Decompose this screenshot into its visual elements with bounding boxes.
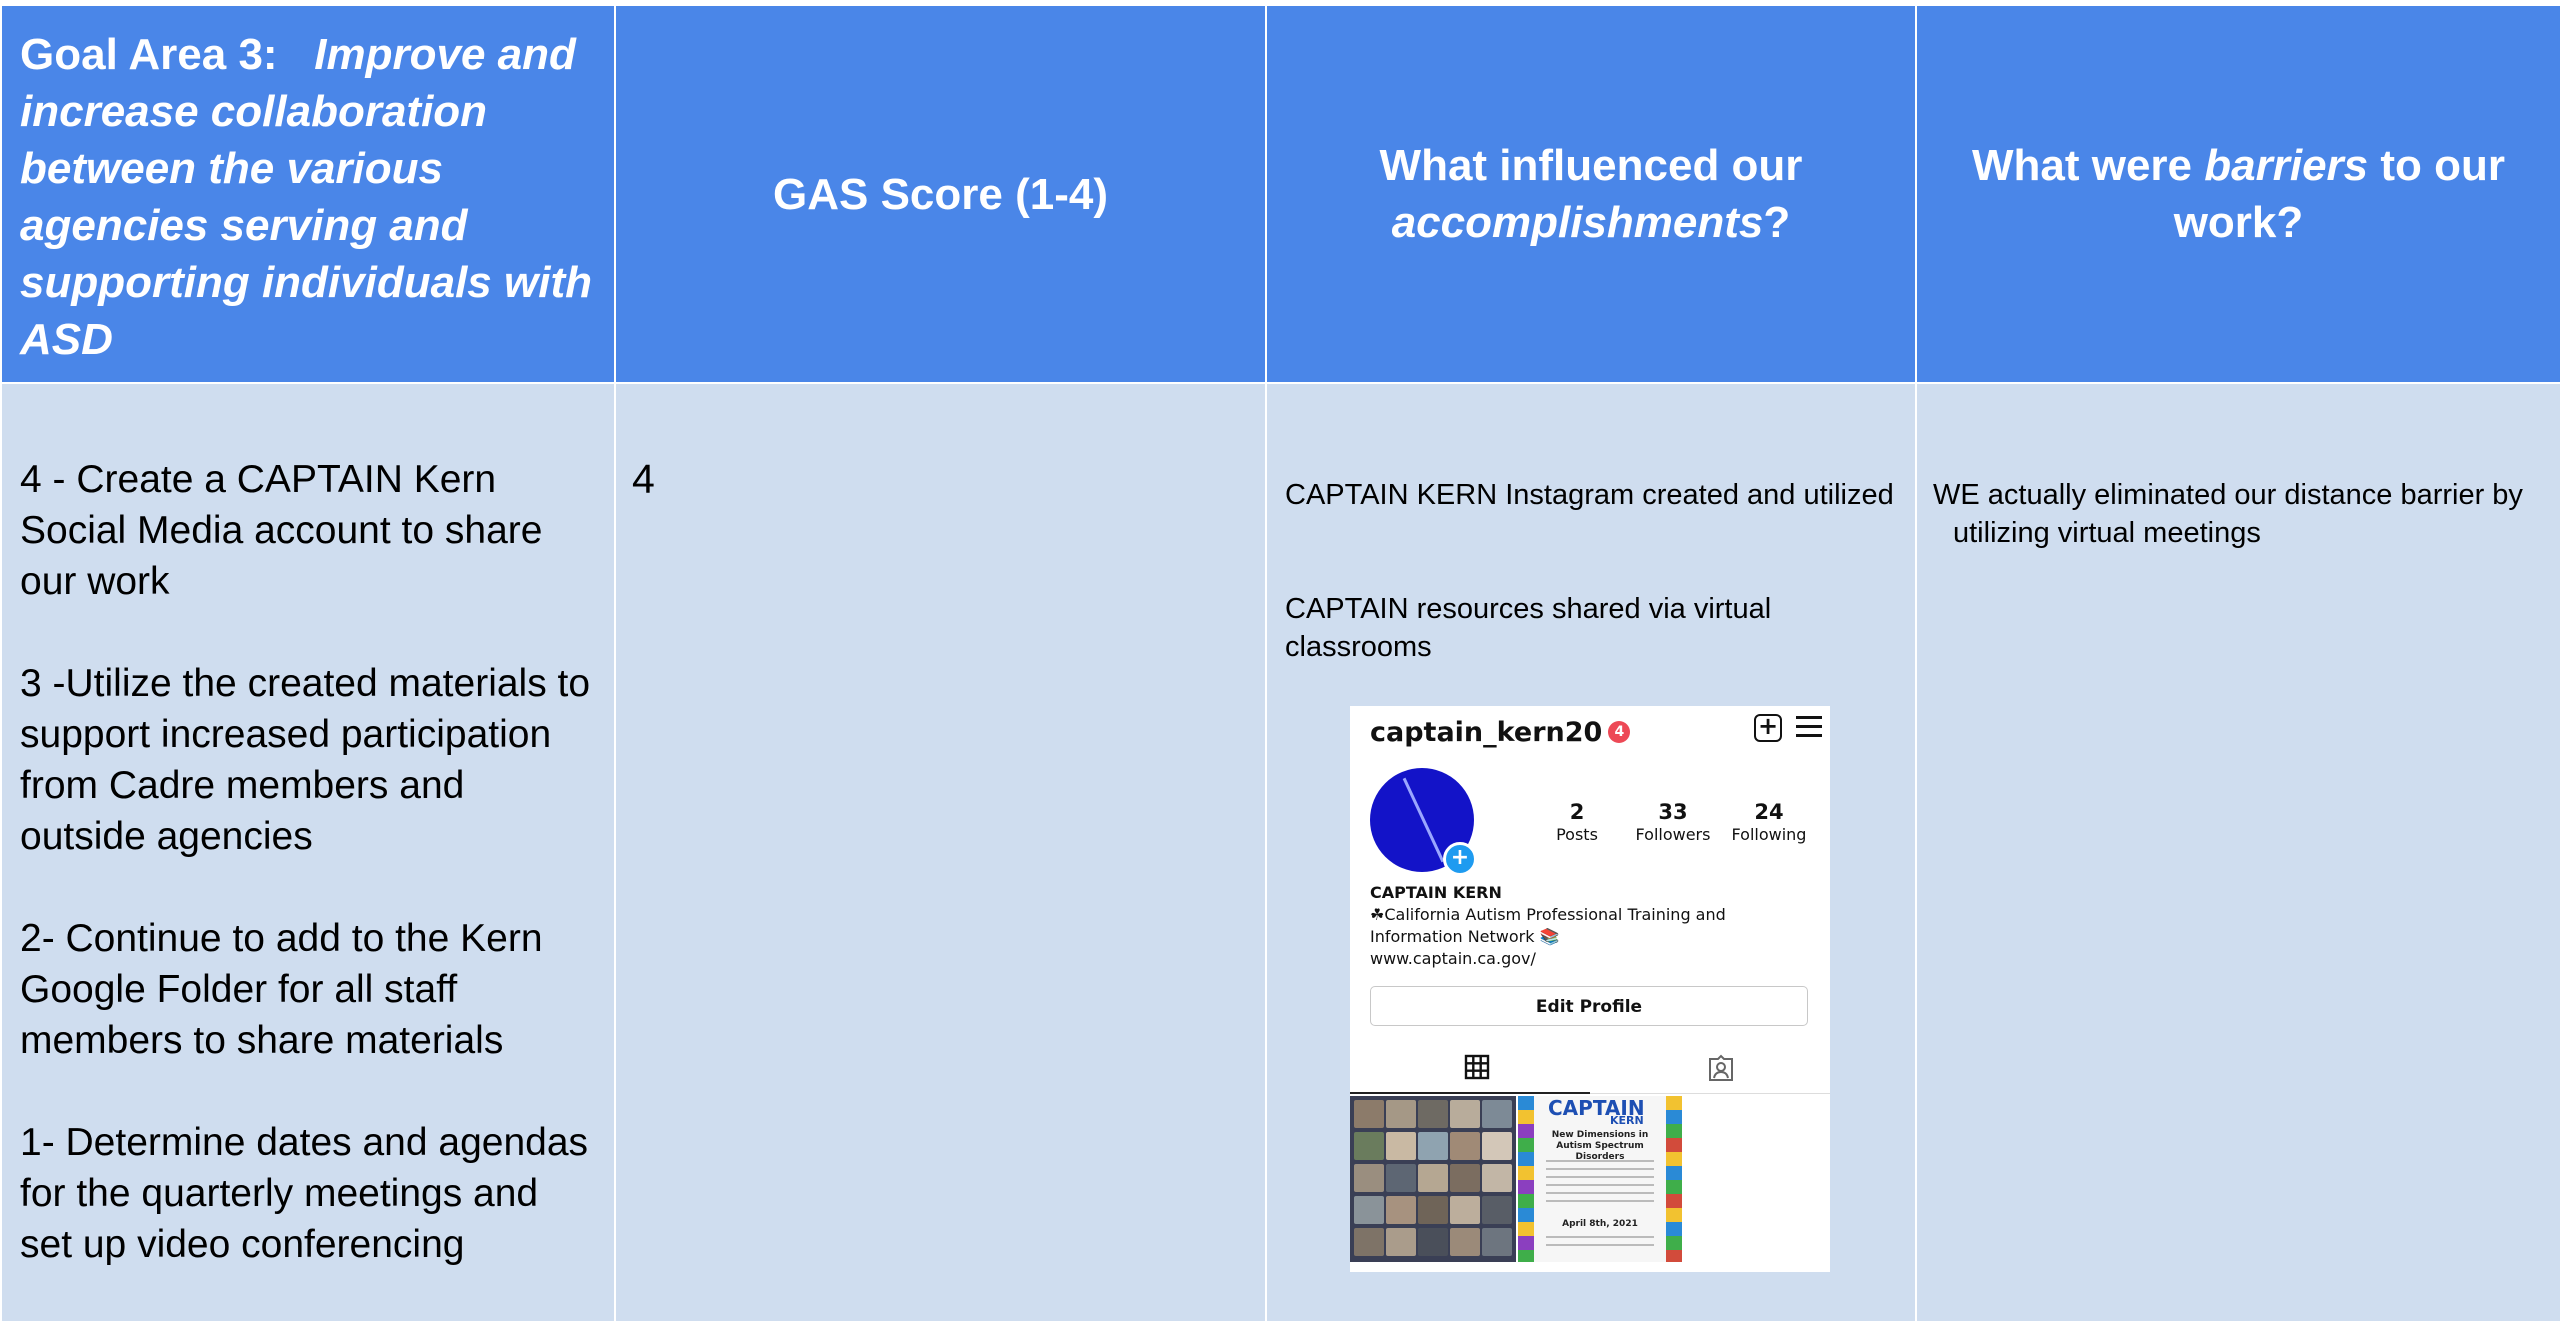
instagram-profile-screenshot: captain_kern20 4 + + 2 Posts 33 Follower… xyxy=(1350,706,1830,1272)
goal-text: Improve and increase collaboration betwe… xyxy=(20,30,592,364)
barriers-list: WE actually eliminated our distance barr… xyxy=(1917,384,2560,552)
tagged-photos-icon[interactable] xyxy=(1707,1054,1735,1082)
gas-header-cell: GAS Score (1-4) xyxy=(614,4,1267,384)
slide: Goal Area 3: Improve and increase collab… xyxy=(0,0,2560,1323)
influenced-prefix: What influenced our xyxy=(1379,141,1803,190)
barriers-prefix: What were xyxy=(1971,141,2193,190)
flyer-text-line xyxy=(1546,1244,1654,1246)
stat-posts[interactable]: 2 Posts xyxy=(1522,800,1632,846)
stat-label: Posts xyxy=(1556,825,1598,844)
content-row: 4 - Create a CAPTAIN Kern Social Media a… xyxy=(0,382,2560,1323)
header-row: Goal Area 3: Improve and increase collab… xyxy=(0,4,2560,384)
steps-cell: 4 - Create a CAPTAIN Kern Social Media a… xyxy=(0,382,616,1323)
bio-description: ☘California Autism Professional Training… xyxy=(1370,905,1726,946)
barriers-cell: WE actually eliminated our distance barr… xyxy=(1915,382,2560,1323)
stat-value: 24 xyxy=(1754,800,1784,824)
active-tab-indicator xyxy=(1350,1092,1590,1094)
gas-score-heading: GAS Score (1-4) xyxy=(773,169,1108,219)
goal-header-cell: Goal Area 3: Improve and increase collab… xyxy=(0,4,616,384)
stat-followers[interactable]: 33 Followers xyxy=(1618,800,1728,846)
steps-list: 4 - Create a CAPTAIN Kern Social Media a… xyxy=(2,384,614,1270)
step-item: 3 -Utilize the created materials to supp… xyxy=(20,662,591,858)
stat-following[interactable]: 24 Following xyxy=(1714,800,1824,846)
stat-label: Following xyxy=(1731,825,1807,844)
post-thumbnail-flyer[interactable]: CAPTAIN KERN New Dimensions in Autism Sp… xyxy=(1518,1096,1682,1262)
influence-item: CAPTAIN KERN Instagram created and utili… xyxy=(1285,479,1894,511)
stat-value: 2 xyxy=(1569,800,1585,824)
gas-score-value: 4 xyxy=(632,456,655,502)
add-story-icon[interactable]: + xyxy=(1443,842,1477,876)
stat-value: 33 xyxy=(1658,800,1688,824)
goal-table: Goal Area 3: Improve and increase collab… xyxy=(0,4,2560,1323)
barriers-emphasis: barriers xyxy=(2204,141,2369,190)
flyer-text-line xyxy=(1546,1184,1654,1186)
flyer-text-line xyxy=(1546,1236,1654,1238)
flyer-text-line xyxy=(1546,1168,1654,1170)
influenced-heading: What influenced our accomplishments? xyxy=(1267,6,1915,382)
flyer-date: April 8th, 2021 xyxy=(1562,1219,1638,1229)
step-item: 1- Determine dates and agendas for the q… xyxy=(20,1121,589,1266)
influenced-suffix: ? xyxy=(1763,198,1791,247)
flyer-heading: New Dimensions in Autism Spectrum Disord… xyxy=(1551,1130,1649,1162)
score-cell: 4 xyxy=(614,382,1267,1323)
flyer-text-line xyxy=(1546,1200,1654,1202)
goal-area-heading: Goal Area 3: Improve and increase collab… xyxy=(2,6,614,368)
puzzle-border xyxy=(1666,1096,1682,1262)
barriers-heading: What were barriers to our work? xyxy=(1917,6,2560,382)
step-item: 4 - Create a CAPTAIN Kern Social Media a… xyxy=(20,458,543,603)
influences-list: CAPTAIN KERN Instagram created and utili… xyxy=(1267,384,1915,666)
step-item: 2- Continue to add to the Kern Google Fo… xyxy=(20,917,543,1062)
goal-prefix: Goal Area 3: xyxy=(20,30,278,79)
profile-bio: CAPTAIN KERN ☘California Autism Professi… xyxy=(1370,882,1820,970)
stat-label: Followers xyxy=(1635,825,1711,844)
barrier-item: WE actually eliminated our distance barr… xyxy=(1933,479,2523,549)
bio-link[interactable]: www.captain.ca.gov/ xyxy=(1370,948,1820,970)
flyer-text-line xyxy=(1546,1176,1654,1178)
influenced-emphasis: accomplishments xyxy=(1391,198,1764,247)
instagram-username: captain_kern20 xyxy=(1370,716,1603,748)
flyer-text-line xyxy=(1546,1160,1654,1162)
flyer-badge: KERN xyxy=(1610,1114,1644,1127)
new-post-icon[interactable]: + xyxy=(1754,714,1782,742)
post-thumbnail-video-meeting[interactable] xyxy=(1350,1096,1516,1262)
hamburger-menu-icon[interactable] xyxy=(1796,716,1822,738)
influence-item: CAPTAIN resources shared via virtual cla… xyxy=(1285,593,1772,663)
flyer-text-line xyxy=(1546,1192,1654,1194)
influenced-header-cell: What influenced our accomplishments? xyxy=(1265,4,1917,384)
avatar-graphic xyxy=(1402,777,1445,863)
edit-profile-button[interactable]: Edit Profile xyxy=(1370,986,1808,1026)
barriers-header-cell: What were barriers to our work? xyxy=(1915,4,2560,384)
bio-name: CAPTAIN KERN xyxy=(1370,883,1502,902)
notification-badge: 4 xyxy=(1608,721,1631,743)
instagram-header: captain_kern20 4 xyxy=(1370,712,1631,752)
puzzle-border xyxy=(1518,1096,1534,1262)
grid-view-icon[interactable] xyxy=(1464,1054,1490,1080)
